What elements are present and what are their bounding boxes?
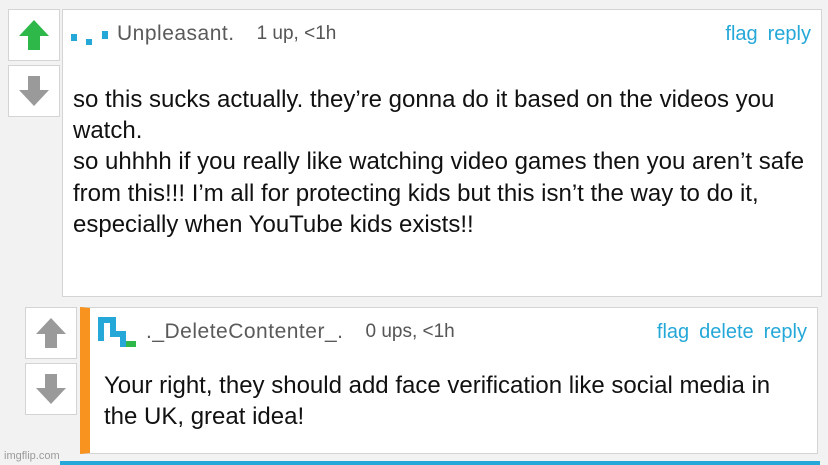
user-avatar[interactable] [71, 22, 111, 46]
arrow-up-icon [19, 20, 49, 50]
username[interactable]: Unpleasant. [117, 22, 235, 46]
user-avatar[interactable] [98, 315, 140, 349]
comment-paragraph: so this sucks actually. they’re gonna do… [73, 86, 775, 145]
comment-header: Unpleasant. 1 up, <1h flag reply [63, 10, 821, 58]
comment-body: so this sucks actually. they’re gonna do… [63, 58, 821, 240]
comment-paragraph: Your right, they should add face verific… [104, 372, 771, 431]
comment: Unpleasant. 1 up, <1h flag reply so this… [8, 9, 822, 297]
downvote-button[interactable] [25, 363, 77, 415]
comment-body: Your right, they should add face verific… [90, 356, 817, 432]
comment-paragraph: so uhhhh if you really like watching vid… [73, 148, 805, 238]
comment-card: ._DeleteContenter_. 0 ups, <1h flag dele… [80, 307, 818, 454]
comment-meta: 1 up, <1h [256, 23, 337, 44]
delete-link[interactable]: delete [699, 321, 754, 344]
comment-header: ._DeleteContenter_. 0 ups, <1h flag dele… [90, 308, 817, 356]
comment-meta: 0 ups, <1h [365, 321, 455, 342]
avatar-icon [98, 317, 136, 347]
arrow-up-icon [36, 318, 66, 348]
upvote-button[interactable] [8, 9, 60, 61]
reply-link[interactable]: reply [764, 321, 807, 344]
arrow-down-icon [36, 374, 66, 404]
arrow-down-icon [19, 76, 49, 106]
comment-card: Unpleasant. 1 up, <1h flag reply so this… [62, 9, 822, 297]
vote-column [25, 307, 77, 454]
flag-link[interactable]: flag [725, 23, 757, 46]
vote-column [8, 9, 60, 297]
flag-link[interactable]: flag [657, 321, 689, 344]
reply-link[interactable]: reply [768, 23, 811, 46]
reply-comment: ._DeleteContenter_. 0 ups, <1h flag dele… [25, 307, 818, 454]
watermark: imgflip.com [4, 450, 60, 462]
upvote-button[interactable] [25, 307, 77, 359]
downvote-button[interactable] [8, 65, 60, 117]
avatar-icon [71, 31, 108, 45]
reply-input-border [60, 461, 820, 465]
username[interactable]: ._DeleteContenter_. [146, 320, 343, 344]
